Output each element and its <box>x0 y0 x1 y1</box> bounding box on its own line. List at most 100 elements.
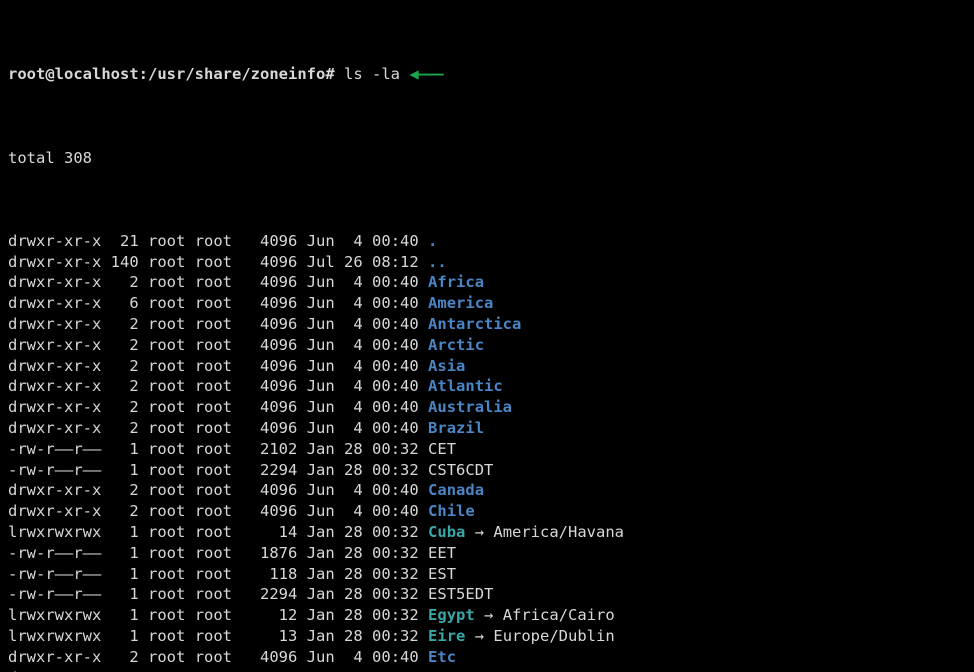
list-item: lrwxrwxrwx 1 root root 13 Jan 28 00:32 E… <box>8 626 966 647</box>
file-perms: drwxr-xr-x <box>8 253 101 271</box>
owner: root <box>148 253 185 271</box>
file-name: America <box>428 294 493 312</box>
list-item: drwxr-xr-x 2 root root 4096 Jun 4 00:40 … <box>8 501 966 522</box>
arrow-right-icon: → <box>465 627 493 645</box>
group: root <box>195 232 232 250</box>
file-date: Jun 4 00:40 <box>307 398 419 416</box>
file-name: EET <box>428 544 456 562</box>
group: root <box>195 440 232 458</box>
file-name: Brazil <box>428 419 484 437</box>
group: root <box>195 336 232 354</box>
file-perms: drwxr-xr-x <box>8 502 101 520</box>
group: root <box>195 419 232 437</box>
link-count: 1 <box>111 606 139 624</box>
owner: root <box>148 232 185 250</box>
owner: root <box>148 606 185 624</box>
file-name: CST6CDT <box>428 461 493 479</box>
link-count: 2 <box>111 377 139 395</box>
file-perms: drwxr-xr-x <box>8 648 101 666</box>
file-perms: -rw-r——r—— <box>8 585 101 603</box>
file-size: 4096 <box>241 502 297 520</box>
file-name: .. <box>428 253 447 271</box>
file-name: Chile <box>428 502 475 520</box>
file-perms: drwxr-xr-x <box>8 481 101 499</box>
file-name: Egypt <box>428 606 475 624</box>
file-name: Arctic <box>428 336 484 354</box>
list-item: drwxr-xr-x 21 root root 4096 Jun 4 00:40… <box>8 231 966 252</box>
file-name: CET <box>428 440 456 458</box>
file-perms: drwxr-xr-x <box>8 669 101 672</box>
group: root <box>195 481 232 499</box>
owner: root <box>148 669 185 672</box>
file-size: 13 <box>241 627 297 645</box>
file-perms: drwxr-xr-x <box>8 357 101 375</box>
owner: root <box>148 419 185 437</box>
group: root <box>195 544 232 562</box>
group: root <box>195 627 232 645</box>
link-count: 2 <box>111 273 139 291</box>
file-perms: drwxr-xr-x <box>8 232 101 250</box>
link-count: 1 <box>111 523 139 541</box>
file-size: 118 <box>241 565 297 583</box>
group: root <box>195 357 232 375</box>
file-date: Jan 28 00:32 <box>307 523 419 541</box>
list-item: drwxr-xr-x 2 root root 4096 Jun 4 00:40 … <box>8 480 966 501</box>
typed-command: ls -la <box>344 65 400 83</box>
arrow-left-icon: ◀——— <box>409 65 442 83</box>
group: root <box>195 648 232 666</box>
link-count: 2 <box>111 398 139 416</box>
list-item: drwxr-xr-x 2 root root 4096 Jun 4 00:40 … <box>8 418 966 439</box>
list-item: drwxr-xr-x 2 root root 4096 Jun 4 00:40 … <box>8 668 966 672</box>
link-count: 2 <box>111 419 139 437</box>
file-size: 4096 <box>241 273 297 291</box>
link-count: 2 <box>111 481 139 499</box>
list-item: -rw-r——r—— 1 root root 118 Jan 28 00:32 … <box>8 564 966 585</box>
file-perms: -rw-r——r—— <box>8 461 101 479</box>
link-count: 2 <box>111 648 139 666</box>
group: root <box>195 523 232 541</box>
file-date: Jun 4 00:40 <box>307 315 419 333</box>
group: root <box>195 669 232 672</box>
file-date: Jun 4 00:40 <box>307 357 419 375</box>
file-perms: -rw-r——r—— <box>8 440 101 458</box>
list-item: drwxr-xr-x 2 root root 4096 Jun 4 00:40 … <box>8 272 966 293</box>
file-date: Jun 4 00:40 <box>307 481 419 499</box>
group: root <box>195 461 232 479</box>
owner: root <box>148 627 185 645</box>
group: root <box>195 565 232 583</box>
file-name: Cuba <box>428 523 465 541</box>
owner: root <box>148 585 185 603</box>
file-date: Jun 4 00:40 <box>307 419 419 437</box>
file-size: 4096 <box>241 294 297 312</box>
file-size: 2294 <box>241 585 297 603</box>
list-item: -rw-r——r—— 1 root root 2294 Jan 28 00:32… <box>8 584 966 605</box>
file-size: 4096 <box>241 377 297 395</box>
owner: root <box>148 294 185 312</box>
link-count: 21 <box>111 232 139 250</box>
owner: root <box>148 273 185 291</box>
file-name: Etc <box>428 648 456 666</box>
file-date: Jan 28 00:32 <box>307 544 419 562</box>
file-perms: drwxr-xr-x <box>8 336 101 354</box>
link-target: Europe/Dublin <box>493 627 614 645</box>
file-name: Australia <box>428 398 512 416</box>
file-size: 4096 <box>241 669 297 672</box>
prompt-cwd: /usr/share/zoneinfo <box>148 65 325 83</box>
owner: root <box>148 461 185 479</box>
group: root <box>195 315 232 333</box>
list-item: drwxr-xr-x 2 root root 4096 Jun 4 00:40 … <box>8 647 966 668</box>
file-perms: drwxr-xr-x <box>8 377 101 395</box>
file-date: Jun 4 00:40 <box>307 294 419 312</box>
file-size: 4096 <box>241 419 297 437</box>
file-size: 4096 <box>241 232 297 250</box>
link-target: Africa/Cairo <box>503 606 615 624</box>
list-item: drwxr-xr-x 2 root root 4096 Jun 4 00:40 … <box>8 335 966 356</box>
link-count: 1 <box>111 627 139 645</box>
prompt-host: localhost <box>55 65 139 83</box>
file-size: 2294 <box>241 461 297 479</box>
link-target: America/Havana <box>493 523 624 541</box>
file-date: Jan 28 00:32 <box>307 461 419 479</box>
owner: root <box>148 648 185 666</box>
terminal-output[interactable]: root@localhost:/usr/share/zoneinfo# ls -… <box>0 0 974 672</box>
file-date: Jul 26 08:12 <box>307 253 419 271</box>
